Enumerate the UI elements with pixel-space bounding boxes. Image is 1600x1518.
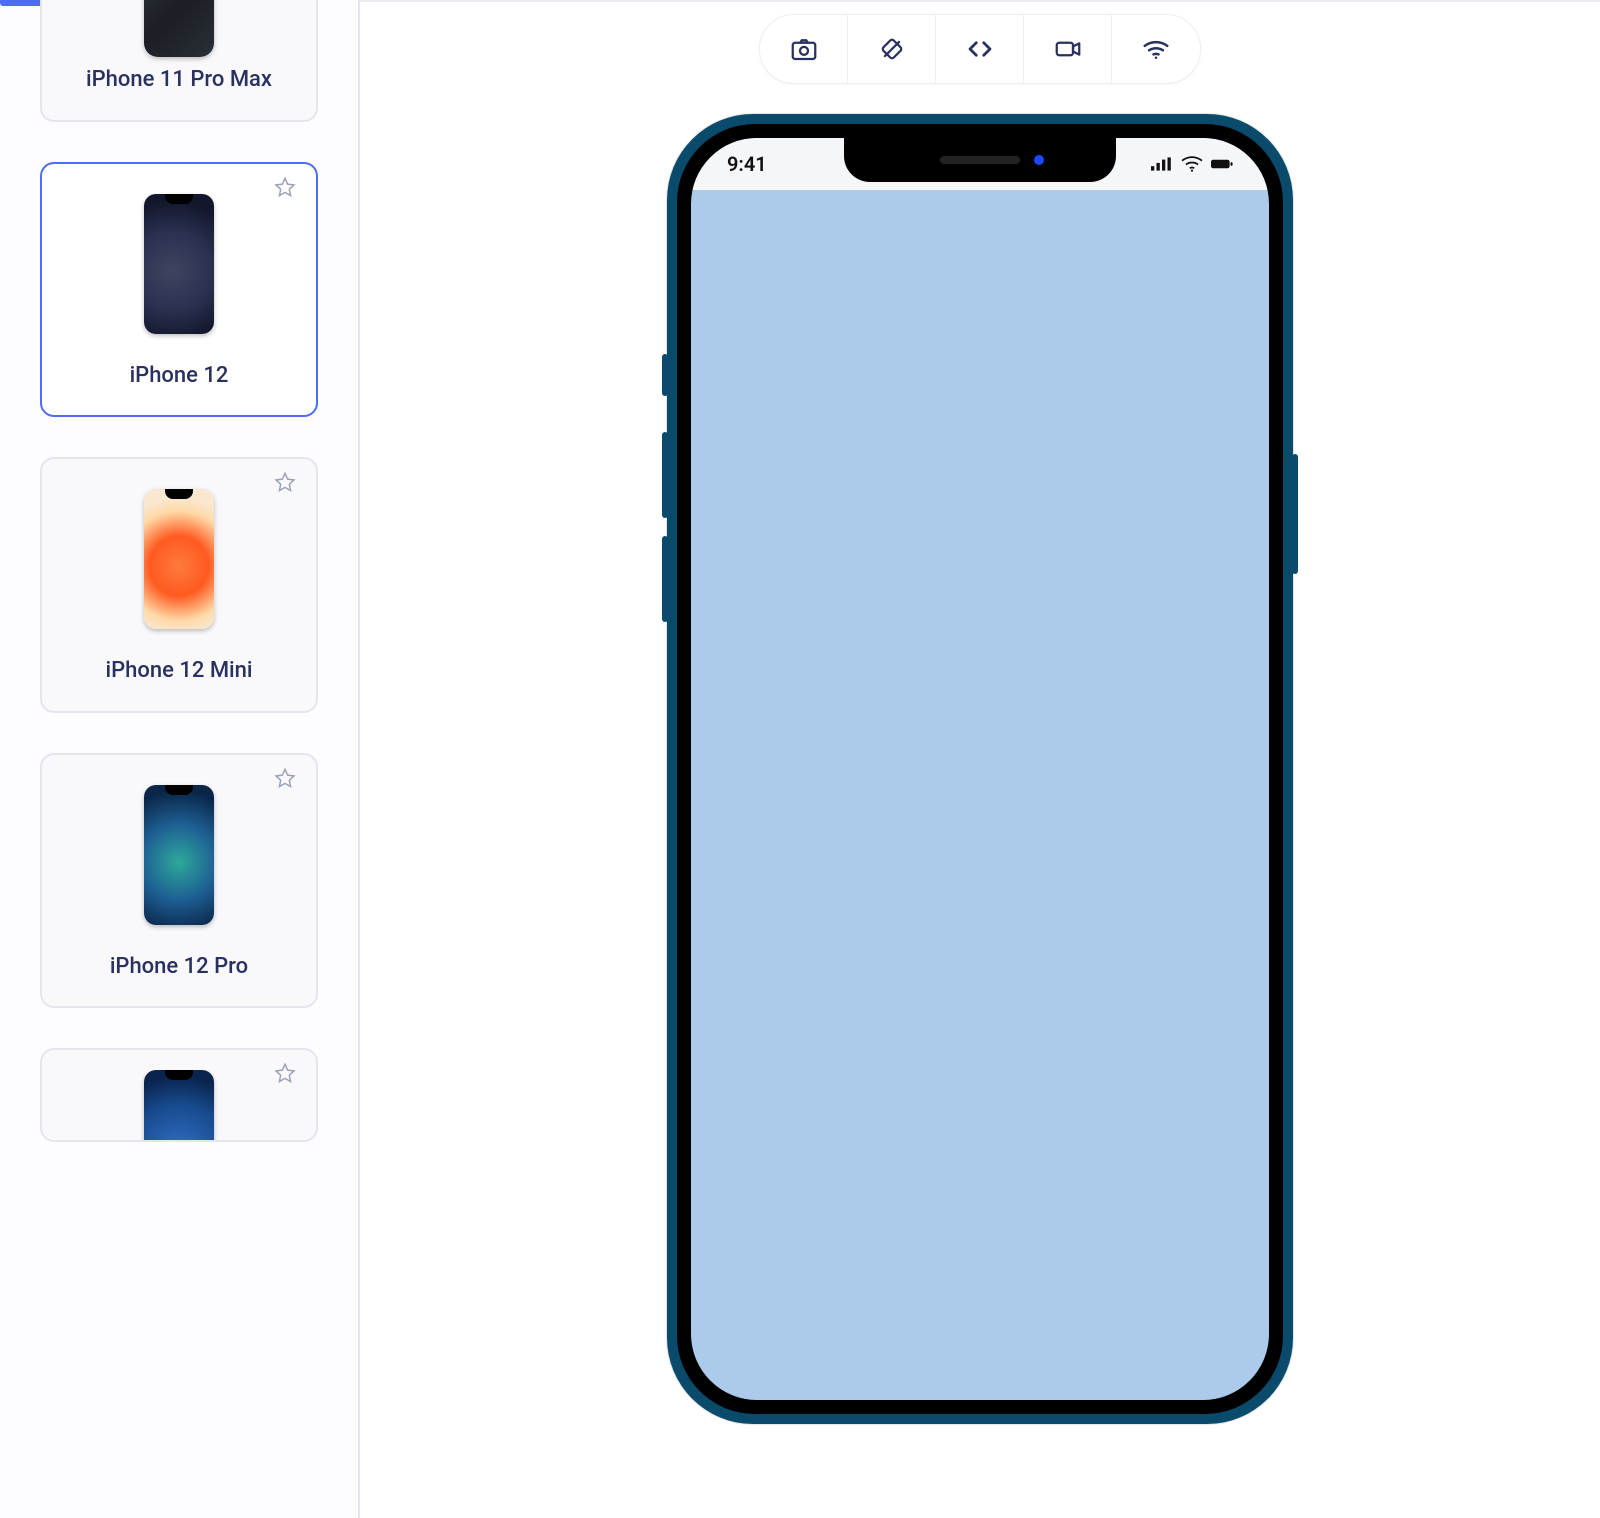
phone-frame: 9:41 — [667, 114, 1293, 1424]
code-button[interactable] — [936, 15, 1024, 83]
screenshot-button[interactable] — [760, 15, 848, 83]
speaker-icon — [940, 156, 1020, 164]
status-time: 9:41 — [727, 152, 767, 176]
favorite-button[interactable] — [274, 767, 302, 795]
wifi-status-icon — [1181, 156, 1203, 172]
device-label: iPhone 11 Pro Max — [86, 66, 272, 94]
favorite-button[interactable] — [274, 176, 302, 204]
favorite-button[interactable] — [274, 471, 302, 499]
phone-thumb-icon — [144, 0, 214, 57]
star-icon — [274, 176, 296, 198]
device-label: iPhone 12 Pro — [110, 953, 248, 981]
favorite-button[interactable] — [274, 1062, 302, 1090]
phone-screen[interactable]: 9:41 — [691, 138, 1269, 1400]
device-card-iphone-11-pro-max[interactable]: iPhone 11 Pro Max — [40, 0, 318, 122]
device-thumb — [129, 1070, 229, 1140]
phone-bezel: 9:41 — [677, 124, 1283, 1414]
volume-down-button — [662, 536, 668, 622]
rotate-button[interactable] — [848, 15, 936, 83]
status-icons — [1151, 156, 1233, 172]
volume-up-button — [662, 432, 668, 518]
phone-thumb-icon — [144, 194, 214, 334]
device-label: iPhone 12 Mini — [105, 657, 252, 685]
cellular-icon — [1151, 156, 1173, 172]
device-thumb — [129, 0, 229, 52]
star-icon — [274, 471, 296, 493]
star-icon — [274, 767, 296, 789]
battery-icon — [1211, 156, 1233, 172]
code-icon — [965, 34, 995, 64]
video-icon — [1053, 34, 1083, 64]
device-list: iPhone 11 Pro Max iPhone 12 — [40, 0, 318, 1142]
device-card-iphone-12[interactable]: iPhone 12 — [40, 162, 318, 418]
star-icon — [274, 1062, 296, 1084]
device-thumb — [129, 479, 229, 639]
camera-icon — [789, 34, 819, 64]
device-thumb — [129, 775, 229, 935]
device-card-iphone-12-pro[interactable]: iPhone 12 Pro — [40, 753, 318, 1009]
network-button[interactable] — [1112, 15, 1200, 83]
preview-toolbar — [759, 14, 1201, 84]
device-thumb — [129, 184, 229, 344]
preview-area: 9:41 — [360, 0, 1600, 1518]
front-camera-icon — [1034, 155, 1044, 165]
mute-switch — [662, 354, 668, 396]
record-button[interactable] — [1024, 15, 1112, 83]
device-stage: 9:41 — [360, 84, 1600, 1518]
phone-thumb-icon — [144, 489, 214, 629]
phone-thumb-icon — [144, 1070, 214, 1140]
device-sidebar[interactable]: iPhone 11 Pro Max iPhone 12 — [0, 0, 360, 1518]
power-button — [1292, 454, 1298, 574]
wifi-icon — [1141, 34, 1171, 64]
device-label: iPhone 12 — [130, 362, 229, 390]
rotate-icon — [877, 34, 907, 64]
notch — [844, 138, 1116, 182]
phone-thumb-icon — [144, 785, 214, 925]
device-card-partial[interactable] — [40, 1048, 318, 1142]
device-card-iphone-12-mini[interactable]: iPhone 12 Mini — [40, 457, 318, 713]
